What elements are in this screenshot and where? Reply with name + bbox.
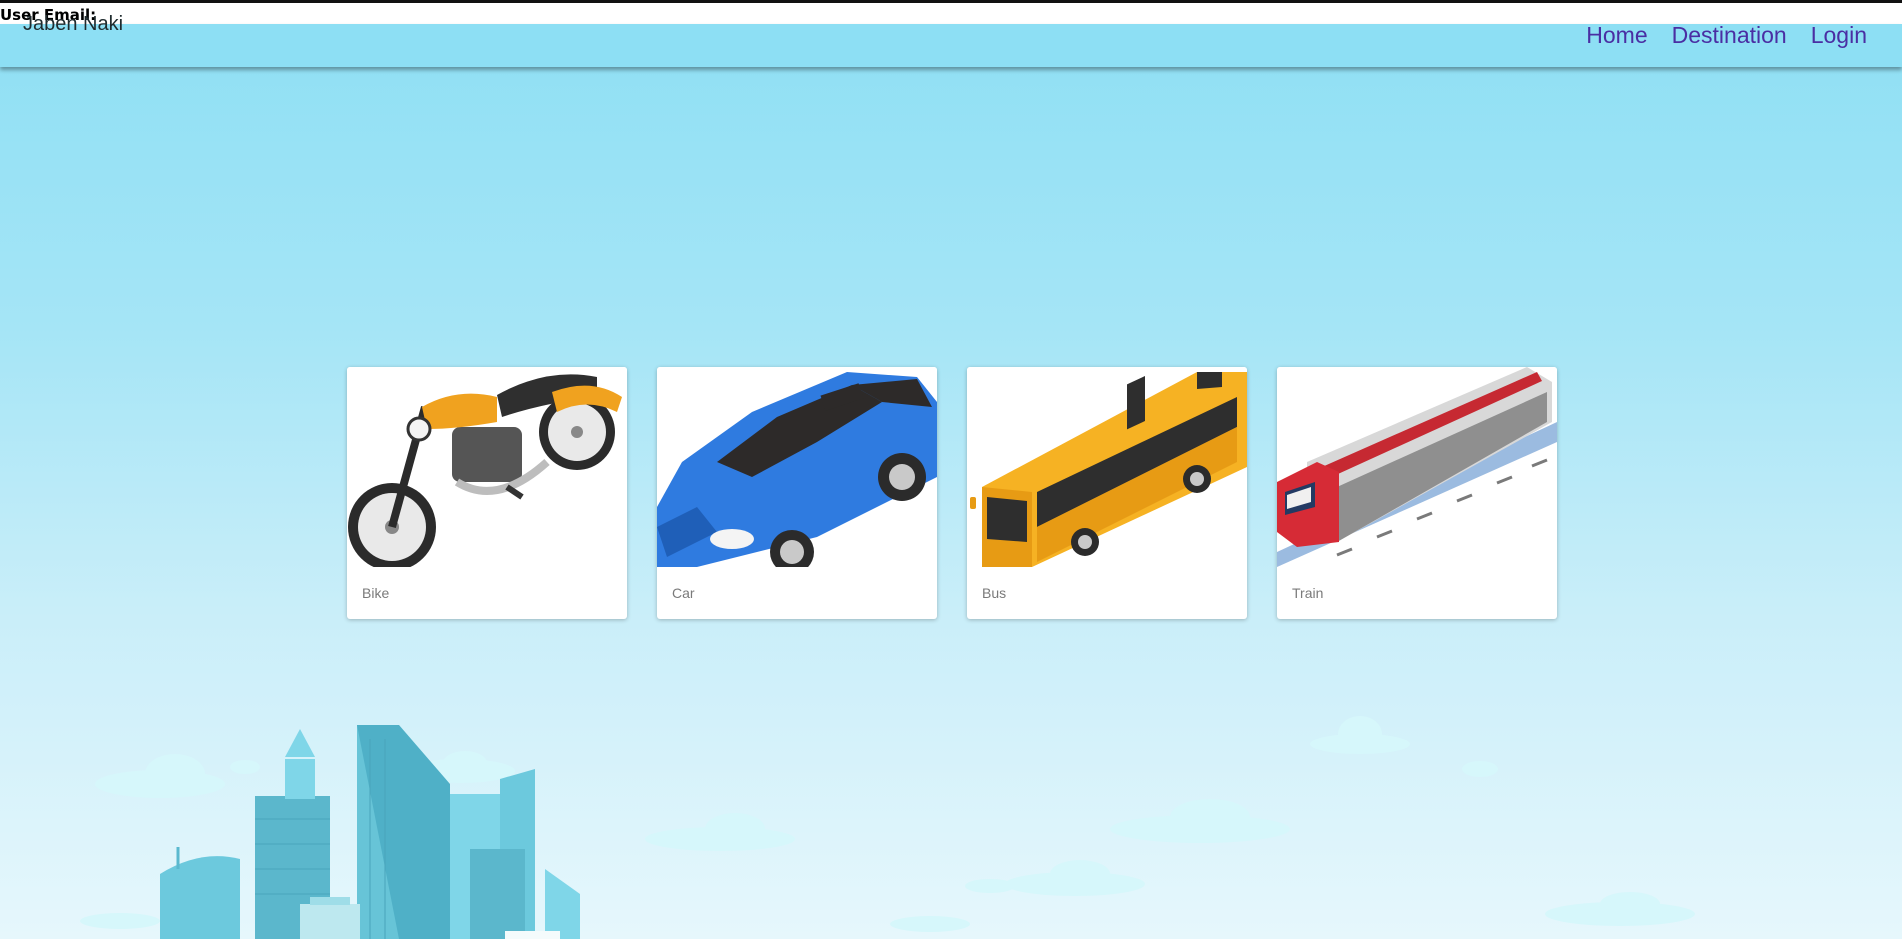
vehicle-card-bus[interactable]: Bus	[967, 367, 1247, 619]
vehicle-card-bike[interactable]: Bike	[347, 367, 627, 619]
nav-login-link[interactable]: Login	[1811, 20, 1867, 50]
bus-icon	[967, 367, 1247, 567]
city-skyline-illustration	[80, 716, 1695, 939]
vehicle-card-car[interactable]: Car	[657, 367, 937, 619]
vehicle-card-label: Bus	[982, 585, 1007, 601]
vehicle-card-label: Train	[1292, 585, 1324, 601]
vehicle-cards: Bike Car Bus Train	[347, 367, 1557, 619]
nav-home-link[interactable]: Home	[1586, 20, 1647, 50]
train-icon	[1277, 367, 1557, 567]
vehicle-card-train[interactable]: Train	[1277, 367, 1557, 619]
vehicle-card-label: Car	[672, 585, 695, 601]
nav-destination-link[interactable]: Destination	[1672, 20, 1787, 50]
vehicle-card-label: Bike	[362, 585, 390, 601]
motorcycle-icon	[347, 367, 627, 567]
car-icon	[657, 367, 937, 567]
nav-links: Home Destination Login	[1586, 20, 1867, 50]
brand-name[interactable]: Jaben Naki	[23, 12, 123, 36]
